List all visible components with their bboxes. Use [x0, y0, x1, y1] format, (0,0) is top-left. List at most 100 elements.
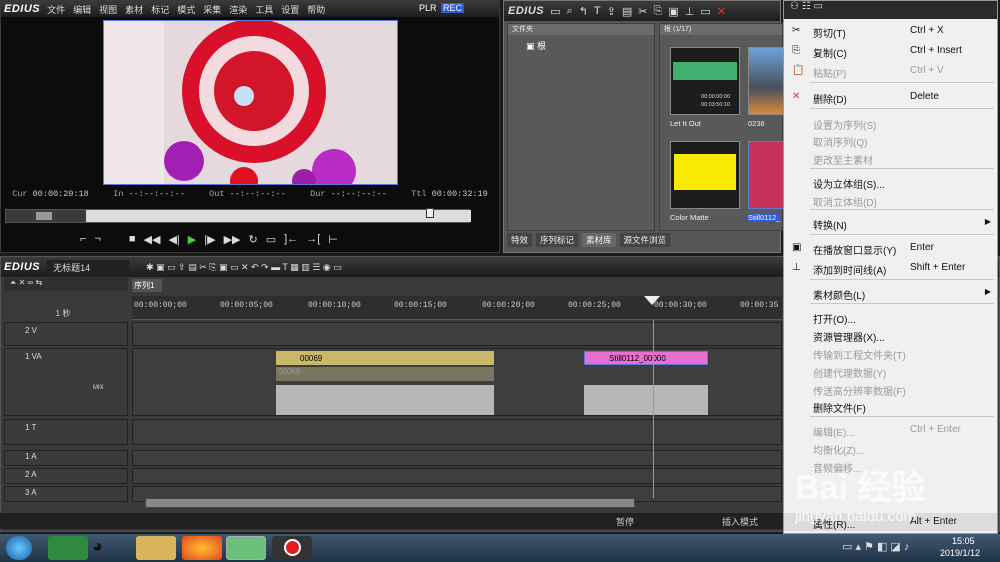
output-icon[interactable]: ▭ — [266, 233, 276, 246]
lane-1t[interactable] — [132, 419, 782, 445]
stop-icon[interactable]: ■ — [129, 233, 136, 245]
menu-render[interactable]: 渲染 — [229, 5, 247, 15]
track-header-2a[interactable]: 2 A — [4, 468, 128, 484]
tab-library[interactable]: 素材库 — [582, 233, 616, 247]
menu-item-add-to-timeline[interactable]: ⊥ 添加到时间线(A) Shift + Enter — [784, 259, 997, 277]
up-icon[interactable]: ↰ — [579, 5, 588, 18]
menu-item-set-sequence[interactable]: 设置为序列(S) — [784, 114, 997, 132]
taskbar-record-icon[interactable] — [272, 536, 312, 560]
menu-settings[interactable]: 设置 — [281, 5, 299, 15]
menu-item-delete[interactable]: ✕ 删除(D) Delete — [784, 88, 997, 106]
menu-item-change-master[interactable]: 更改至主素材 — [784, 149, 997, 167]
menu-item-convert[interactable]: 转换(N) ▶ — [784, 214, 997, 232]
add-timeline-icon[interactable]: ⊥ — [685, 5, 695, 18]
toolbar-icons[interactable]: ✱ ▣ ▭ ⇪ ▤ ✂ ⎘ ▣ ▭ ✕ ↶ ↷ ▬ T ▦ ▥ ☰ ◉ ▭ — [146, 262, 342, 273]
menu-clip[interactable]: 素材 — [125, 5, 143, 15]
tab-source-browser[interactable]: 源文件浏览 — [619, 233, 671, 247]
tab-effects[interactable]: 特效 — [507, 233, 533, 247]
zoom-scale[interactable]: 1 秒 — [28, 308, 98, 320]
menu-capture[interactable]: 采集 — [203, 5, 221, 15]
copy-icon[interactable]: ⎘ — [654, 5, 663, 18]
tray-icons[interactable]: ▭ ▴ ⚑ ◧ ◪ ♪ — [842, 540, 909, 553]
horizontal-scrollbar[interactable] — [145, 498, 635, 508]
clip-audio[interactable]: 00069 — [276, 367, 494, 381]
delete-icon[interactable]: ✕ — [717, 5, 726, 18]
plr-button[interactable]: PLR — [419, 3, 437, 13]
clock-time[interactable]: 15:05 — [952, 536, 975, 546]
set-in-icon[interactable]: ⌐ — [80, 233, 86, 245]
paste-icon[interactable]: ▣ — [668, 5, 678, 18]
rewind-icon[interactable]: ◀◀ — [144, 233, 161, 246]
menu-tools[interactable]: 工具 — [255, 5, 273, 15]
menu-mode[interactable]: 模式 — [177, 5, 195, 15]
track-header-1t[interactable]: 1 T — [4, 419, 128, 445]
menu-edit[interactable]: 编辑 — [73, 5, 91, 15]
track-header-1a[interactable]: 1 A — [4, 450, 128, 466]
asset-thumb-video[interactable] — [748, 47, 784, 115]
menu-item-transfer[interactable]: 传输到工程文件夹(T) — [784, 344, 997, 362]
shuttle-handle[interactable] — [36, 212, 52, 220]
menu-view[interactable]: 视图 — [99, 5, 117, 15]
text-icon[interactable]: T — [594, 5, 601, 17]
asset-thumb-still[interactable] — [748, 141, 784, 209]
menu-item-hires[interactable]: 传送高分辨率数据(F) — [784, 380, 997, 398]
track-header-3a[interactable]: 3 A — [4, 486, 128, 502]
fast-forward-icon[interactable]: ▶▶ — [224, 233, 241, 246]
track-tools[interactable]: ⏶ ✕ ∞ ⇆ — [4, 278, 128, 291]
insert-icon[interactable]: ]← — [284, 233, 298, 245]
taskbar-qq-icon[interactable]: ◕ — [92, 536, 132, 560]
menu-item-copy[interactable]: ⎘ 复制(C) Ctrl + Insert — [784, 42, 997, 60]
search-icon[interactable]: ⌕ — [567, 5, 573, 18]
set-out-icon[interactable]: ¬ — [94, 233, 100, 245]
move-icon[interactable]: ▭ — [700, 5, 710, 18]
menu-item-explorer[interactable]: 资源管理器(X)... — [784, 326, 997, 344]
track-header-1va[interactable]: 1 VA MIX — [4, 348, 128, 416]
menu-item-open[interactable]: 打开(O)... — [784, 308, 997, 326]
menu-item-clip-color[interactable]: 素材颜色(L) ▶ — [784, 284, 997, 302]
track-header-2v[interactable]: 2 V — [4, 322, 128, 346]
step-forward-icon[interactable]: |▶ — [204, 233, 215, 246]
play-icon[interactable]: ▶ — [188, 233, 196, 246]
menu-marker[interactable]: 标记 — [151, 5, 169, 15]
menu-item-set-stereo[interactable]: 设为立体组(S)... — [784, 173, 997, 191]
lane-1va[interactable]: 00069 00069 Still0112_00000 — [132, 348, 782, 416]
import-icon[interactable]: ⇪ — [607, 5, 616, 18]
folder-root[interactable]: ▣ 根 — [526, 39, 546, 52]
lane-2v[interactable] — [132, 322, 782, 346]
scrub-range[interactable] — [86, 210, 471, 222]
cut-icon[interactable]: ✂ — [638, 5, 647, 18]
menu-help[interactable]: 帮助 — [307, 5, 325, 15]
taskbar-folder-icon[interactable] — [136, 536, 176, 560]
menu-item-cancel-stereo[interactable]: 取消立体组(D) — [784, 191, 997, 209]
clip-still[interactable]: Still0112_00000 — [584, 351, 708, 365]
taskbar-firefox-icon[interactable] — [182, 536, 222, 560]
folder-icon[interactable]: ▭ — [550, 5, 560, 18]
rec-button[interactable]: REC — [441, 3, 465, 13]
menu-item-show-in-player[interactable]: ▣ 在播放窗口显示(Y) Enter — [784, 239, 997, 257]
clip-video[interactable]: 00069 — [276, 351, 494, 365]
playhead-marker[interactable] — [644, 296, 660, 305]
taskbar-app-green[interactable] — [48, 536, 88, 560]
asset-thumb-color[interactable] — [670, 141, 740, 209]
scrubber[interactable] — [5, 208, 471, 223]
menu-item-cancel-sequence[interactable]: 取消序列(Q) — [784, 131, 997, 149]
clock-date[interactable]: 2019/1/12 — [940, 548, 980, 558]
asset-thumb-audio[interactable]: 00:00:00:00 00:03:50:10 — [670, 47, 740, 115]
taskbar-edius-icon[interactable] — [226, 536, 266, 560]
tab-sequence-markers[interactable]: 序列标记 — [536, 233, 579, 247]
menu-item-paste[interactable]: 📋 粘贴(P) Ctrl + V — [784, 62, 997, 80]
timeline-ruler[interactable]: 00:00:00;00 00:00:05;00 00:00:10;00 00:0… — [132, 296, 782, 320]
overwrite-icon[interactable]: →[ — [306, 233, 320, 245]
trim-icon[interactable]: ⊢ — [328, 233, 338, 246]
step-back-icon[interactable]: ◀| — [168, 233, 179, 246]
lane-1a[interactable] — [132, 450, 782, 466]
capture-icon[interactable]: ▤ — [622, 5, 632, 18]
project-name[interactable]: 无标题14 — [47, 259, 130, 275]
menu-item-delete-file[interactable]: 删除文件(F) — [784, 397, 997, 415]
start-button[interactable] — [6, 536, 32, 560]
menu-item-cut[interactable]: ✂ 剪切(T) Ctrl + X — [784, 22, 997, 40]
menu-item-proxy[interactable]: 创建代理数据(Y) — [784, 362, 997, 380]
sequence-tab[interactable]: 序列1 — [132, 279, 162, 292]
lane-2a[interactable] — [132, 468, 782, 484]
menu-item-edit[interactable]: 编辑(E)... Ctrl + Enter — [784, 421, 997, 439]
